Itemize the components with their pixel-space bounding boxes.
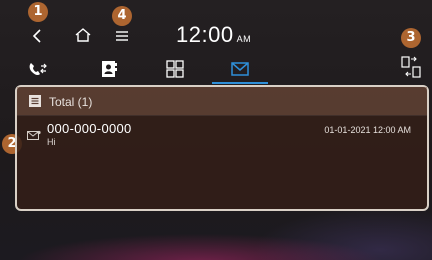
envelope-icon — [231, 62, 249, 76]
clock-time: 12:00 — [176, 22, 234, 47]
unread-message-icon — [27, 130, 41, 140]
home-icon — [75, 28, 91, 42]
selected-tab-indicator — [212, 82, 268, 84]
message-list-item[interactable]: 000-000-0000 Hi 01-01-2021 12:00 AM — [17, 116, 427, 154]
callout-marker-1: 1 — [28, 2, 48, 22]
phone-arrows-icon — [29, 63, 47, 76]
message-timestamp: 01-01-2021 12:00 AM — [324, 125, 411, 135]
message-list-header: Total (1) — [17, 87, 427, 115]
callout-marker-3: 3 — [401, 28, 421, 48]
home-button[interactable] — [74, 27, 92, 43]
menu-icon — [116, 31, 128, 41]
keypad-icon — [166, 60, 184, 78]
phone-switch-button[interactable] — [401, 54, 423, 80]
callout-marker-4: 4 — [112, 6, 132, 26]
tab-call-log[interactable] — [26, 56, 54, 82]
status-clock: 12:00 AM — [176, 22, 251, 48]
back-icon — [32, 29, 41, 43]
total-count-label: Total (1) — [49, 95, 93, 109]
message-sender: 000-000-0000 — [47, 121, 132, 136]
contacts-book-icon — [102, 61, 117, 77]
tab-dial-pad[interactable] — [166, 56, 186, 82]
message-list-panel: Total (1) 000-000-0000 Hi 01-01-2021 12:… — [15, 85, 429, 211]
list-icon — [29, 95, 41, 107]
tab-messages[interactable] — [231, 56, 251, 82]
clock-ampm: AM — [236, 34, 252, 44]
phone-messages-screen: 12:00 AM 1 4 3 2 Total (1) 000-000-0000 … — [0, 0, 432, 260]
device-switch-icon — [401, 56, 421, 78]
back-button[interactable] — [30, 28, 46, 44]
message-preview: Hi — [47, 137, 56, 147]
tab-contacts[interactable] — [100, 56, 122, 82]
menu-button[interactable] — [115, 29, 129, 41]
